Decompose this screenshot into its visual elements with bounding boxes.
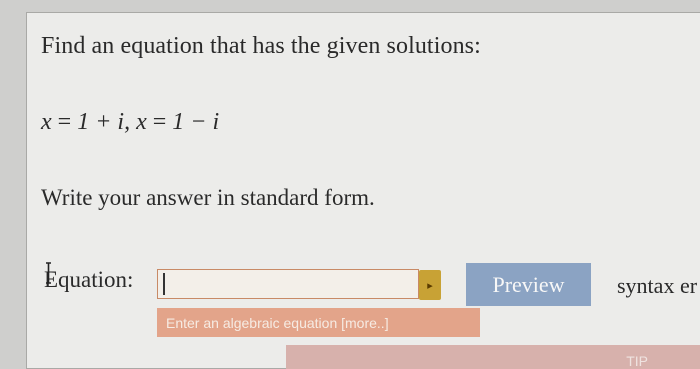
solution-1-equals: = [57,109,72,135]
solution-1-variable: x [41,109,52,135]
solution-1-value: 1 + i, [77,109,131,135]
solution-2-value: 1 − i [172,109,220,135]
solution-2-variable: x [136,109,147,135]
answer-instruction: Write your answer in standard form. [41,185,375,210]
preview-button[interactable]: Preview [466,263,591,306]
math-editor-icon: ▸ [427,278,433,292]
question-prompt: Find an equation that has the given solu… [41,33,481,59]
text-caret [163,273,165,295]
syntax-error-link[interactable]: syntax er [617,273,697,299]
tip-button[interactable]: TIP [286,345,700,369]
input-hint-tooltip: Enter an algebraic equation [more..] [157,308,480,337]
solutions-expression: x = 1 + i, x = 1 − i [41,109,219,136]
equation-answer-input[interactable] [157,269,419,299]
math-editor-toggle-button[interactable]: ▸ [419,270,441,300]
text-cursor-icon [46,262,51,284]
solution-2-equals: = [152,109,167,135]
